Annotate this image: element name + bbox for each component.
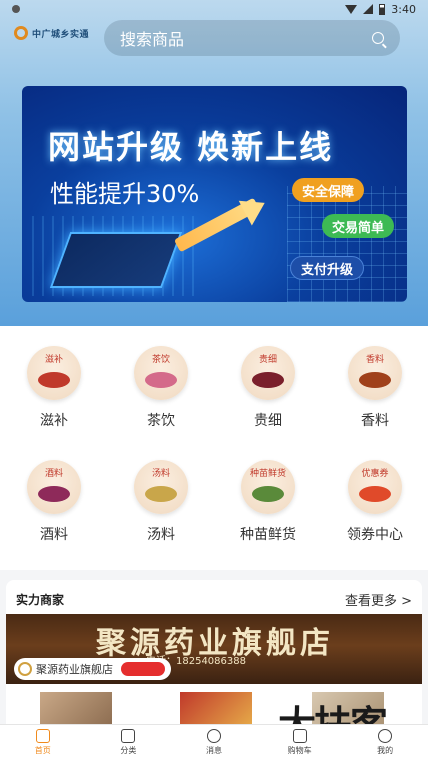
category-item-coupon-center[interactable]: 优惠券 领券中心 [325, 460, 425, 544]
status-time: 3:40 [391, 2, 416, 16]
chayin-icon: 茶饮 [134, 346, 188, 400]
store-name: 聚源药业旗舰店 [36, 663, 113, 676]
user-icon [378, 729, 393, 743]
arrow-head-graphic [238, 190, 272, 226]
tangliao-icon: 汤料 [134, 460, 188, 514]
category-label: 滋补 [40, 413, 68, 429]
category-item-zhongmiao[interactable]: 种苗鲜货 种苗鲜货 [218, 460, 318, 544]
bottom-tab-bar: 首页 分类 消息 购物车 我的 [0, 724, 428, 760]
grid-icon [121, 729, 136, 743]
view-more-link[interactable]: 查看更多 > [345, 590, 412, 609]
store-name-pill[interactable]: 聚源药业旗舰店 [14, 658, 171, 680]
banner-tag-security: 安全保障 [292, 178, 365, 202]
category-item-zibu[interactable]: 滋补 滋补 [4, 346, 104, 430]
category-label: 汤料 [147, 527, 175, 543]
message-icon [206, 729, 221, 743]
promo-banner[interactable]: 网站升级 焕新上线 性能提升30% 安全保障 交易简单 支付升级 [22, 86, 407, 302]
cart-icon [292, 729, 307, 743]
category-item-chayin[interactable]: 茶饮 茶饮 [111, 346, 211, 430]
tab-profile[interactable]: 我的 [342, 725, 428, 760]
search-placeholder: 搜索商品 [120, 30, 185, 49]
category-item-jiuliao[interactable]: 酒料 酒料 [4, 460, 104, 544]
category-item-guixi[interactable]: 贵细 贵细 [218, 346, 318, 430]
tab-cart[interactable]: 购物车 [257, 725, 343, 760]
section-title: 实力商家 [16, 592, 65, 607]
section-header: 实力商家 查看更多 > [6, 588, 422, 610]
search-icon[interactable] [372, 32, 384, 44]
banner-subtitle: 性能提升30% [50, 180, 200, 208]
banner-title: 网站升级 焕新上线 [48, 128, 334, 166]
battery-icon [379, 3, 386, 15]
app-logo[interactable]: 中广城乡实通 [14, 26, 89, 40]
banner-tag-payment: 支付升级 [290, 256, 365, 280]
zhongmiao-icon: 种苗鲜货 [241, 460, 295, 514]
tab-messages[interactable]: 消息 [171, 725, 257, 760]
status-bar: 3:40 [0, 0, 428, 18]
signal-icon [363, 4, 374, 14]
zibu-icon: 滋补 [27, 346, 81, 400]
notification-icon [12, 5, 20, 13]
category-label: 领券中心 [347, 527, 403, 543]
category-item-xiangliao[interactable]: 香料 香料 [325, 346, 425, 430]
search-bar[interactable]: 搜索商品 [104, 20, 400, 56]
chip-graphic [49, 232, 183, 288]
jiuliao-icon: 酒料 [27, 460, 81, 514]
grid-graphic [287, 186, 407, 302]
tab-category[interactable]: 分类 [86, 725, 172, 760]
category-label: 贵细 [254, 413, 282, 429]
banner-tag-easy-trade: 交易简单 [322, 214, 395, 238]
category-label: 种苗鲜货 [240, 527, 296, 543]
logo-icon [14, 26, 28, 40]
category-item-tangliao[interactable]: 汤料 汤料 [111, 460, 211, 544]
wifi-icon [345, 4, 358, 14]
tab-home[interactable]: 首页 [0, 725, 86, 760]
category-grid: 滋补 滋补 茶饮 茶饮 贵细 贵细 香料 香料 酒料 酒料 汤料 汤料 种苗鲜货… [0, 326, 428, 570]
coupon-icon: 优惠券 [348, 460, 402, 514]
store-avatar-icon [18, 662, 32, 676]
store-banner[interactable]: 聚源药业旗舰店 电话：18254086388 聚源药业旗舰店 [6, 614, 422, 684]
category-label: 茶饮 [147, 413, 175, 429]
category-label: 酒料 [40, 527, 68, 543]
logo-text: 中广城乡实通 [32, 29, 90, 40]
category-label: 香料 [361, 413, 389, 429]
enter-store-button[interactable] [121, 662, 165, 676]
xiangliao-icon: 香料 [348, 346, 402, 400]
guixi-icon: 贵细 [241, 346, 295, 400]
home-icon [35, 729, 50, 743]
